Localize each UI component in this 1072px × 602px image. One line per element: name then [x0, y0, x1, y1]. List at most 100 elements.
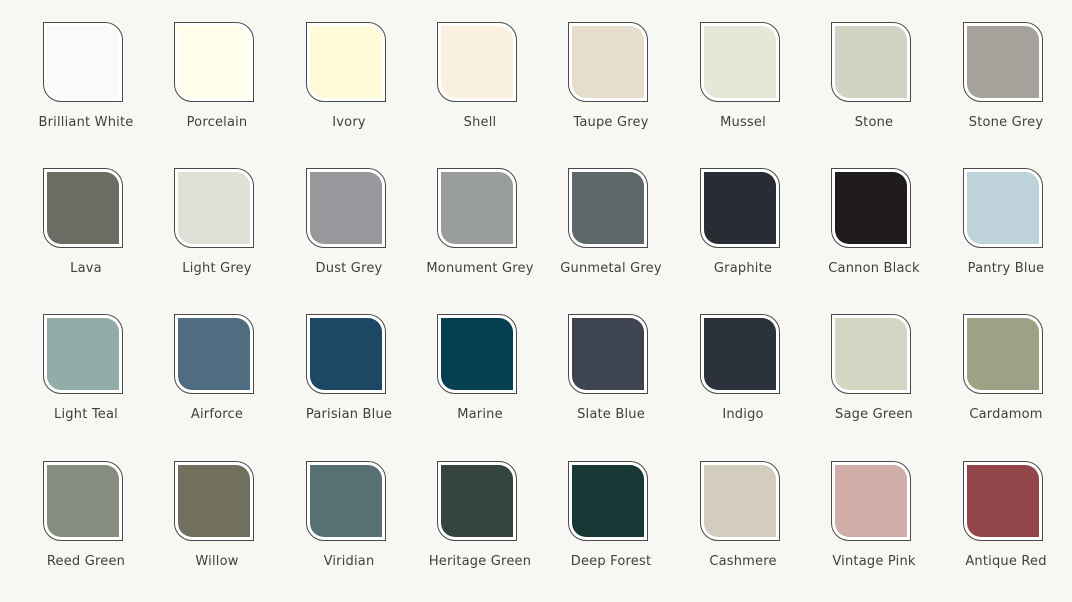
swatch-frame[interactable]: [306, 461, 386, 541]
swatch-color-chip: [441, 172, 513, 244]
swatch-color-chip: [178, 172, 250, 244]
swatch-frame[interactable]: [174, 22, 254, 102]
swatch-label: Reed Green: [46, 554, 126, 569]
swatch-frame[interactable]: [174, 168, 254, 248]
swatch-frame[interactable]: [306, 314, 386, 394]
swatch-frame[interactable]: [437, 168, 517, 248]
swatch-frame[interactable]: [568, 314, 648, 394]
swatch-label: Light Teal: [54, 407, 118, 422]
swatch-frame[interactable]: [174, 461, 254, 541]
swatch-taupe-grey[interactable]: Taupe Grey: [546, 22, 676, 162]
swatch-graphite[interactable]: Graphite: [678, 168, 808, 308]
swatch-cashmere[interactable]: Cashmere: [678, 461, 808, 601]
swatch-porcelain[interactable]: Porcelain: [152, 22, 282, 162]
swatch-label: Graphite: [713, 261, 773, 276]
swatch-color-chip: [47, 172, 119, 244]
swatch-color-chip: [967, 26, 1039, 98]
swatch-color-chip: [178, 465, 250, 537]
swatch-indigo[interactable]: Indigo: [678, 314, 808, 454]
swatch-frame[interactable]: [174, 314, 254, 394]
swatch-label: Lava: [70, 261, 102, 276]
swatch-gunmetal-grey[interactable]: Gunmetal Grey: [546, 168, 676, 308]
swatch-frame[interactable]: [43, 314, 123, 394]
swatch-brilliant-white[interactable]: Brilliant White: [21, 22, 151, 162]
swatch-frame[interactable]: [306, 22, 386, 102]
swatch-sage-green[interactable]: Sage Green: [809, 314, 939, 454]
swatch-label: Sage Green: [835, 407, 913, 422]
swatch-color-chip: [572, 318, 644, 390]
swatch-vintage-pink[interactable]: Vintage Pink: [809, 461, 939, 601]
swatch-frame[interactable]: [437, 314, 517, 394]
swatch-frame[interactable]: [700, 22, 780, 102]
swatch-frame[interactable]: [831, 22, 911, 102]
swatch-color-chip: [572, 465, 644, 537]
swatch-frame[interactable]: [437, 22, 517, 102]
swatch-color-chip: [967, 465, 1039, 537]
swatch-light-teal[interactable]: Light Teal: [21, 314, 151, 454]
swatch-mussel[interactable]: Mussel: [678, 22, 808, 162]
swatch-label: Shell: [463, 115, 497, 130]
swatch-color-chip: [704, 172, 776, 244]
swatch-label: Gunmetal Grey: [560, 261, 662, 276]
swatch-frame[interactable]: [568, 168, 648, 248]
swatch-antique-red[interactable]: Antique Red: [941, 461, 1071, 601]
swatch-frame[interactable]: [831, 461, 911, 541]
swatch-dust-grey[interactable]: Dust Grey: [284, 168, 414, 308]
swatch-pantry-blue[interactable]: Pantry Blue: [941, 168, 1071, 308]
swatch-frame[interactable]: [700, 168, 780, 248]
swatch-stone-grey[interactable]: Stone Grey: [941, 22, 1071, 162]
swatch-frame[interactable]: [963, 461, 1043, 541]
swatch-color-chip: [704, 465, 776, 537]
swatch-color-chip: [47, 465, 119, 537]
swatch-reed-green[interactable]: Reed Green: [21, 461, 151, 601]
swatch-label: Taupe Grey: [573, 115, 649, 130]
swatch-color-chip: [310, 172, 382, 244]
swatch-color-chip: [310, 465, 382, 537]
swatch-label: Stone Grey: [968, 115, 1044, 130]
swatch-label: Cardamom: [969, 407, 1043, 422]
swatch-airforce[interactable]: Airforce: [152, 314, 282, 454]
swatch-color-chip: [704, 26, 776, 98]
swatch-lava[interactable]: Lava: [21, 168, 151, 308]
swatch-stone[interactable]: Stone: [809, 22, 939, 162]
swatch-color-chip: [967, 172, 1039, 244]
swatch-cannon-black[interactable]: Cannon Black: [809, 168, 939, 308]
swatch-frame[interactable]: [963, 22, 1043, 102]
swatch-frame[interactable]: [963, 168, 1043, 248]
swatch-viridian[interactable]: Viridian: [284, 461, 414, 601]
swatch-parisian-blue[interactable]: Parisian Blue: [284, 314, 414, 454]
swatch-label: Dust Grey: [315, 261, 383, 276]
swatch-label: Porcelain: [186, 115, 248, 130]
swatch-light-grey[interactable]: Light Grey: [152, 168, 282, 308]
color-swatch-grid: Brilliant White Porcelain Ivory Shell Taupe …: [0, 0, 1072, 602]
swatch-color-chip: [835, 465, 907, 537]
swatch-monument-grey[interactable]: Monument Grey: [415, 168, 545, 308]
swatch-frame[interactable]: [568, 461, 648, 541]
swatch-frame[interactable]: [43, 168, 123, 248]
swatch-frame[interactable]: [700, 314, 780, 394]
swatch-label: Airforce: [190, 407, 244, 422]
swatch-frame[interactable]: [700, 461, 780, 541]
swatch-frame[interactable]: [43, 22, 123, 102]
swatch-label: Brilliant White: [38, 115, 134, 130]
swatch-frame[interactable]: [437, 461, 517, 541]
swatch-color-chip: [441, 26, 513, 98]
swatch-label: Mussel: [720, 115, 766, 130]
swatch-willow[interactable]: Willow: [152, 461, 282, 601]
swatch-label: Antique Red: [965, 554, 1047, 569]
swatch-slate-blue[interactable]: Slate Blue: [546, 314, 676, 454]
swatch-heritage-green[interactable]: Heritage Green: [415, 461, 545, 601]
swatch-frame[interactable]: [963, 314, 1043, 394]
swatch-frame[interactable]: [831, 168, 911, 248]
swatch-frame[interactable]: [306, 168, 386, 248]
swatch-frame[interactable]: [568, 22, 648, 102]
swatch-label: Light Grey: [182, 261, 252, 276]
swatch-deep-forest[interactable]: Deep Forest: [546, 461, 676, 601]
swatch-ivory[interactable]: Ivory: [284, 22, 414, 162]
swatch-color-chip: [178, 318, 250, 390]
swatch-marine[interactable]: Marine: [415, 314, 545, 454]
swatch-shell[interactable]: Shell: [415, 22, 545, 162]
swatch-frame[interactable]: [43, 461, 123, 541]
swatch-cardamom[interactable]: Cardamom: [941, 314, 1071, 454]
swatch-frame[interactable]: [831, 314, 911, 394]
